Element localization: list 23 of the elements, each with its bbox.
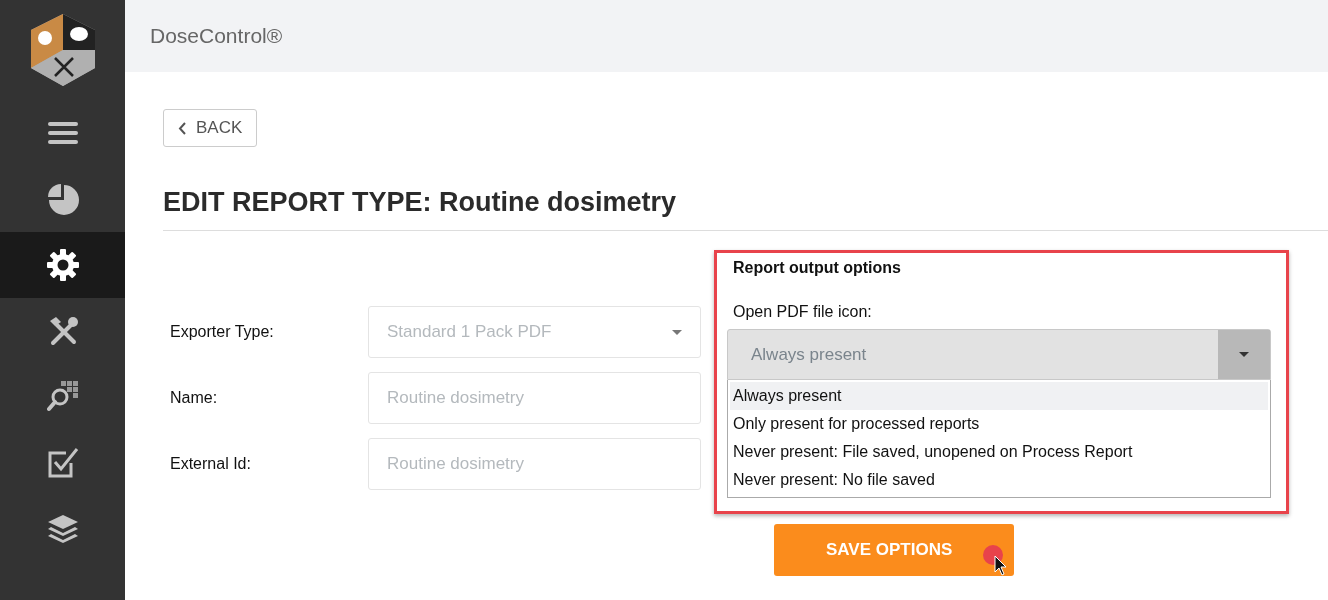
caret-icon [672,329,682,335]
checkbox-icon [46,447,79,479]
field-label: Name: [169,389,219,407]
mouse-pointer-icon [982,544,1008,576]
dropdown-option[interactable]: Only present for processed reports [730,410,1268,438]
page-title: EDIT REPORT TYPE: Routine dosimetry [163,187,1328,231]
chevron-left-icon [178,121,186,135]
field-label: Open PDF file icon: [733,303,873,321]
back-button[interactable]: BACK [163,109,258,147]
dropdown-option[interactable]: Never present: File saved, unopened on Process Report [730,438,1268,466]
pie-chart-icon [46,183,79,215]
dropdown-option[interactable]: Never present: No file saved [730,466,1268,494]
magnifier-grid-icon [46,381,79,413]
panel-title: Report output options [733,259,902,277]
sidebar-nav-button[interactable] [0,232,125,298]
app-title: DoseControl® [150,24,283,48]
caret-icon [1239,352,1249,357]
dropdown-option[interactable]: Always present [730,382,1268,410]
layers-icon [46,513,79,545]
field-label: External Id: [169,455,252,473]
menu-icon [47,121,78,145]
settings-icon [46,249,79,281]
field-label: Exporter Type: [169,323,275,341]
